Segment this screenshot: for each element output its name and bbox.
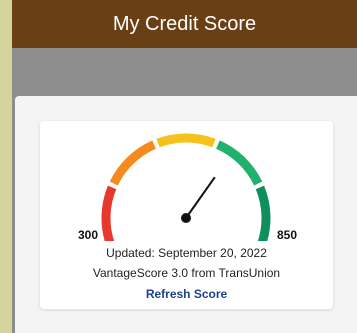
gauge-segment-poor (101, 185, 117, 241)
refresh-score-link[interactable]: Refresh Score (40, 287, 333, 301)
credit-score-screen: My Credit Score 300 850 Updated: Septemb… (12, 0, 357, 333)
content-panel: 300 850 Updated: September 20, 2022 Vant… (15, 96, 357, 333)
gauge-segment-very-good (215, 140, 263, 186)
gauge-needle-hub (181, 213, 191, 223)
gauge-segment-excellent (255, 185, 271, 241)
gauge-min-label: 300 (78, 228, 99, 242)
credit-score-card: 300 850 Updated: September 20, 2022 Vant… (40, 121, 333, 309)
gauge-needle (185, 176, 216, 219)
gauge-max-label: 850 (277, 228, 298, 242)
page-title: My Credit Score (112, 12, 257, 35)
updated-date: Updated: September 20, 2022 (106, 246, 267, 260)
score-gauge (101, 133, 271, 241)
score-source: VantageScore 3.0 from TransUnion (92, 266, 281, 280)
gauge-segment-fair (109, 140, 157, 186)
header-bar: My Credit Score (12, 0, 357, 48)
gauge-segment-good (156, 133, 216, 148)
